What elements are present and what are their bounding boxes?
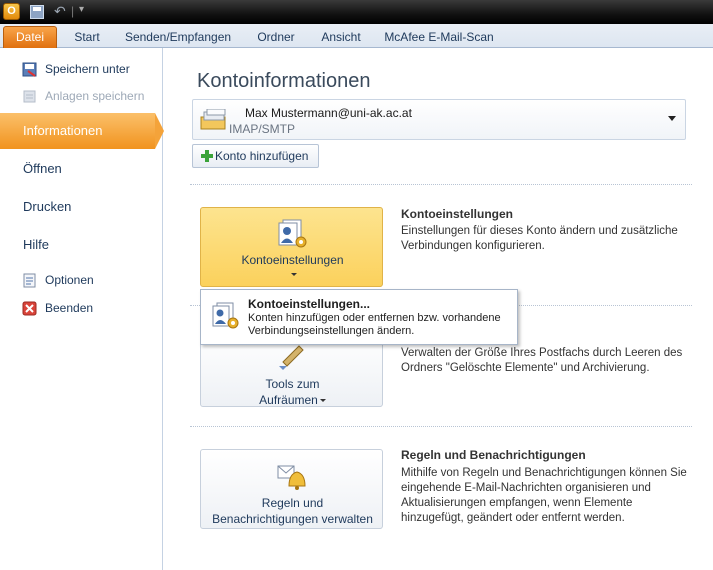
account-settings-caret <box>201 266 384 282</box>
attachment-save-icon <box>23 90 36 103</box>
save-icon[interactable] <box>30 5 44 19</box>
exit-label: Beenden <box>45 301 94 315</box>
menu-item-description: Konten hinzufügen oder entfernen bzw. vo… <box>248 312 501 337</box>
account-settings-button[interactable]: Kontoeinstellungen <box>200 207 383 287</box>
account-settings-menu: Kontoeinstellungen... Konten hinzufügen … <box>200 289 518 345</box>
rules-alerts-title: Regeln und Benachrichtigungen <box>401 448 586 462</box>
options-icon <box>23 273 36 288</box>
cleanup-tools-label-line2: Aufräumen <box>201 392 384 408</box>
save-as-label: Speichern unter <box>45 62 130 76</box>
chevron-down-icon[interactable] <box>668 116 676 121</box>
menu-item-title: Kontoeinstellungen... <box>248 297 370 311</box>
exit-icon <box>22 301 37 316</box>
cleanup-tools-description: Verwalten der Größe Ihres Postfachs durc… <box>401 347 683 374</box>
rules-alerts-label-line1: Regeln und <box>261 496 324 510</box>
tab-mcafee-scan[interactable]: McAfee E-Mail-Scan <box>380 28 498 48</box>
save-as-command[interactable]: Speichern unter <box>0 56 162 82</box>
options-label: Optionen <box>45 273 94 287</box>
tab-file[interactable]: Datei <box>3 26 57 48</box>
undo-icon[interactable]: ↶ <box>54 3 66 20</box>
outlook-app-icon[interactable]: O <box>3 3 20 20</box>
account-settings-title: Kontoeinstellungen <box>401 207 513 221</box>
plus-icon <box>201 150 213 162</box>
account-settings-icon <box>212 302 239 329</box>
tab-send-receive[interactable]: Senden/Empfangen <box>120 28 236 48</box>
nav-tab-open[interactable]: Öffnen <box>0 151 162 187</box>
divider <box>190 184 692 185</box>
save-as-icon <box>22 62 37 77</box>
account-email: Max Mustermann@uni-ak.ac.at <box>245 106 412 120</box>
cleanup-tools-label-line1: Tools zum <box>265 377 320 391</box>
tab-view[interactable]: Ansicht <box>314 28 368 48</box>
mailbox-icon <box>200 109 226 130</box>
divider <box>190 426 692 427</box>
rules-alerts-label-line2: Benachrichtigungen verwalten <box>212 512 373 526</box>
nav-tab-info[interactable]: Informationen <box>0 113 164 149</box>
backstage-nav: Speichern unter Anlagen speichern Inform… <box>0 48 164 570</box>
save-attachments-label: Anlagen speichern <box>45 89 145 103</box>
add-account-label: Konto hinzufügen <box>215 149 309 163</box>
ribbon-tabs: Datei Start Senden/Empfangen Ordner Ansi… <box>0 24 713 48</box>
account-selector[interactable]: Max Mustermann@uni-ak.ac.at IMAP/SMTP <box>192 99 686 140</box>
rules-alerts-description: Mithilfe von Regeln und Benachrichtigung… <box>401 467 687 524</box>
save-attachments-command: Anlagen speichern <box>0 83 162 109</box>
rules-alerts-icon <box>277 465 306 490</box>
account-settings-description: Einstellungen für dieses Konto ändern un… <box>401 225 678 252</box>
account-settings-menu-item[interactable]: Kontoeinstellungen... Konten hinzufügen … <box>203 292 515 342</box>
tab-folder[interactable]: Ordner <box>250 28 302 48</box>
add-account-button[interactable]: Konto hinzufügen <box>192 144 319 168</box>
rules-alerts-button[interactable]: Regeln und Benachrichtigungen verwalten <box>200 449 383 529</box>
exit-command[interactable]: Beenden <box>0 295 162 321</box>
options-command[interactable]: Optionen <box>0 267 162 293</box>
quick-access-separator: | <box>71 4 75 18</box>
tab-start[interactable]: Start <box>66 28 108 48</box>
nav-tab-help[interactable]: Hilfe <box>0 227 162 263</box>
account-settings-icon <box>278 219 307 248</box>
account-type: IMAP/SMTP <box>229 122 296 136</box>
nav-tab-print[interactable]: Drucken <box>0 189 162 225</box>
title-bar: O ↶ | ▾ <box>0 0 713 24</box>
page-title: Kontoinformationen <box>197 70 371 92</box>
customize-quick-access-icon[interactable]: ▾ <box>79 4 84 15</box>
